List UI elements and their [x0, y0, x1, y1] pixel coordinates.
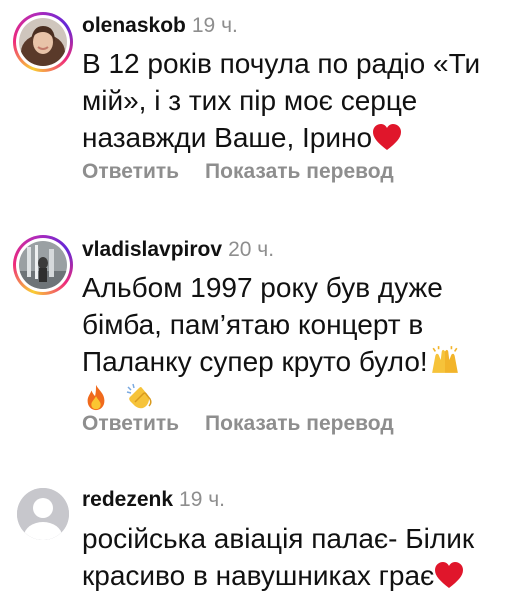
comment-text-block: В 12 років почула по радіо «Ти мій», і з… — [82, 45, 507, 156]
comment-header: olenaskob 19 ч. — [82, 14, 238, 38]
username[interactable]: vladislavpirov — [82, 238, 222, 261]
avatar-story-ring[interactable] — [13, 235, 73, 295]
show-translation-button[interactable]: Показать перевод — [205, 160, 394, 183]
timestamp: 19 ч. — [191, 14, 238, 37]
heart-emoji-icon — [435, 562, 464, 588]
comment-header: redezenk 19 ч. — [82, 488, 225, 512]
reply-button[interactable]: Ответить — [82, 412, 179, 435]
fire-emoji-icon — [87, 384, 105, 411]
avatar — [19, 18, 67, 66]
show-translation-button[interactable]: Показать перевод — [205, 412, 394, 435]
raising-hands-emoji-icon — [431, 346, 458, 373]
comment-text: Альбом 1997 року був дуже бімба, пам’ята… — [82, 272, 443, 377]
timestamp: 20 ч. — [228, 238, 275, 261]
comment-text: російська авіація палає- Білик красиво в… — [82, 523, 475, 591]
comment-header: vladislavpirov 20 ч. — [82, 238, 274, 262]
username[interactable]: olenaskob — [82, 14, 186, 37]
comment-text-block: російська авіація палає- Білик красиво в… — [82, 520, 507, 594]
default-avatar-icon[interactable] — [17, 488, 69, 540]
comment-text-block: Альбом 1997 року був дуже бімба, пам’ята… — [82, 269, 507, 417]
comment-actions: Ответить Показать перевод — [82, 160, 420, 184]
comment-actions: Ответить Показать перевод — [82, 412, 420, 436]
heart-emoji-icon — [373, 124, 402, 150]
comment-text: В 12 років почула по радіо «Ти мій», і з… — [82, 48, 481, 153]
avatar — [19, 241, 67, 289]
timestamp: 19 ч. — [179, 488, 226, 511]
clapping-hands-emoji-icon — [126, 383, 152, 409]
reply-button[interactable]: Ответить — [82, 160, 179, 183]
username[interactable]: redezenk — [82, 488, 173, 511]
avatar-story-ring[interactable] — [13, 12, 73, 72]
